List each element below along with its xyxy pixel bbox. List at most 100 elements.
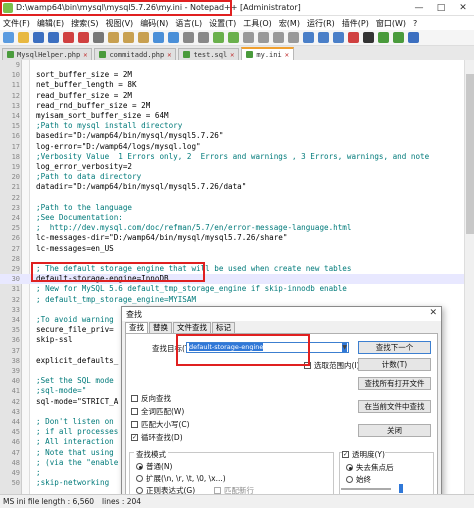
code-line[interactable]: 13 read_rnd_buffer_size = 2M	[0, 101, 474, 111]
vertical-scrollbar[interactable]	[464, 60, 474, 494]
code-line[interactable]: 29 ; The default storage engine that will…	[0, 264, 474, 274]
close-dialog-button[interactable]: 关闭	[358, 424, 431, 437]
transparency-slider-track[interactable]	[341, 488, 391, 490]
code-line[interactable]: 24 ;See Documentation:	[0, 213, 474, 223]
mode-extended-radio[interactable]: 扩展(\n, \r, \t, \0, \x...)	[136, 473, 226, 484]
scrollbar-thumb[interactable]	[466, 74, 474, 234]
save-all-icon[interactable]	[48, 32, 59, 43]
redo-icon[interactable]	[168, 32, 179, 43]
close-file-icon[interactable]	[63, 32, 74, 43]
code-line[interactable]: 10 sort_buffer_size = 2M	[0, 70, 474, 80]
doc-map-icon[interactable]	[303, 32, 314, 43]
print-icon[interactable]	[93, 32, 104, 43]
tab-commitadd[interactable]: commitadd.php ✕	[94, 48, 177, 60]
undo-icon[interactable]	[153, 32, 164, 43]
menu-help[interactable]: ?	[413, 19, 417, 28]
tab-find[interactable]: 查找	[125, 322, 148, 333]
find-next-button[interactable]: 查找下一个	[358, 341, 431, 354]
copy-icon[interactable]	[123, 32, 134, 43]
folder-workspace-icon[interactable]	[333, 32, 344, 43]
zoom-in-icon[interactable]	[213, 32, 224, 43]
menu-tools[interactable]: 工具(O)	[243, 18, 272, 29]
tab-find-in-files[interactable]: 文件查找	[173, 322, 211, 333]
record-macro-icon[interactable]	[348, 32, 359, 43]
close-button[interactable]: ✕	[452, 0, 474, 16]
maximize-button[interactable]: □	[430, 0, 452, 16]
sync-scroll-icon[interactable]	[243, 32, 254, 43]
find-all-current-file-button[interactable]: 在当前文件中查找	[358, 400, 431, 413]
find-all-open-files-button[interactable]: 查找所有打开文件	[358, 377, 431, 390]
tab-my-ini[interactable]: my.ini ✕	[241, 47, 294, 60]
code-line[interactable]: 9	[0, 60, 474, 70]
code-line[interactable]: 12 read_buffer_size = 2M	[0, 91, 474, 101]
code-line[interactable]: 16 basedir="D:/wamp64/bin/mysql/mysql5.7.…	[0, 131, 474, 141]
code-line[interactable]: 25 ; http://dev.mysql.com/doc/refman/5.7/…	[0, 223, 474, 233]
tab-mark[interactable]: 标记	[212, 322, 235, 333]
code-line[interactable]: 17 log-error="D:/wamp64/logs/mysql.log"	[0, 142, 474, 152]
menu-plugins[interactable]: 插件(P)	[342, 18, 369, 29]
find-input[interactable]: default-storage-engine ▼	[186, 342, 349, 353]
minimize-button[interactable]: —	[408, 0, 430, 16]
code-line[interactable]: 20 ;Path to data directory	[0, 172, 474, 182]
dialog-close-icon[interactable]: ✕	[429, 308, 437, 318]
code-line[interactable]: 14 myisam_sort_buffer_size = 64M	[0, 111, 474, 121]
code-line[interactable]: 30 default-storage-engine=InnoDB	[0, 274, 474, 285]
code-line[interactable]: 11 net_buffer_length = 8K	[0, 80, 474, 90]
tab-test-sql[interactable]: test.sql ✕	[178, 48, 240, 60]
code-line[interactable]: 31 ; New for MySQL 5.6 default_tmp_storag…	[0, 284, 474, 294]
in-selection-checkbox[interactable]: 选取范围内(I)	[304, 360, 360, 371]
code-line[interactable]: 19 log_error_verbosity=2	[0, 162, 474, 172]
menu-view[interactable]: 视图(V)	[105, 18, 133, 29]
code-line[interactable]: 28	[0, 254, 474, 264]
code-line[interactable]: 26 lc-messages-dir="D:/wamp64/bin/mysql/m…	[0, 233, 474, 243]
wrap-around-checkbox[interactable]: ✓ 循环查找(D)	[131, 432, 183, 443]
transparency-slider-thumb[interactable]	[399, 484, 403, 493]
count-button[interactable]: 计数(T)	[358, 358, 431, 371]
close-all-icon[interactable]	[78, 32, 89, 43]
save-macro-icon[interactable]	[408, 32, 419, 43]
on-lose-focus-radio[interactable]: 失去焦点后	[346, 462, 394, 473]
code-line[interactable]: 23 ;Path to the language	[0, 203, 474, 213]
tab-close-icon[interactable]: ✕	[83, 51, 87, 59]
paste-icon[interactable]	[138, 32, 149, 43]
show-all-chars-icon[interactable]	[273, 32, 284, 43]
menu-run[interactable]: 运行(R)	[307, 18, 335, 29]
open-file-icon[interactable]	[18, 32, 29, 43]
find-icon[interactable]	[183, 32, 194, 43]
tab-close-icon[interactable]: ✕	[167, 51, 171, 59]
always-radio[interactable]: 始终	[346, 474, 371, 485]
tab-close-icon[interactable]: ✕	[230, 51, 234, 59]
tab-close-icon[interactable]: ✕	[285, 51, 289, 59]
menu-window[interactable]: 窗口(W)	[376, 18, 406, 29]
save-icon[interactable]	[33, 32, 44, 43]
mode-normal-radio[interactable]: 普通(N)	[136, 461, 172, 472]
stop-macro-icon[interactable]	[363, 32, 374, 43]
menu-encoding[interactable]: 编码(N)	[140, 18, 168, 29]
menu-edit[interactable]: 编辑(E)	[37, 18, 64, 29]
menu-settings[interactable]: 设置(T)	[209, 18, 236, 29]
menu-search[interactable]: 搜索(S)	[71, 18, 98, 29]
code-line[interactable]: 27 lc-messages=en_US	[0, 244, 474, 254]
indent-guide-icon[interactable]	[288, 32, 299, 43]
code-line[interactable]: 18 ;Verbosity Value 1 Errors only, 2 Erro…	[0, 152, 474, 162]
tab-replace[interactable]: 替换	[149, 322, 172, 333]
new-file-icon[interactable]	[3, 32, 14, 43]
cut-icon[interactable]	[108, 32, 119, 43]
code-line[interactable]: 32 ; default_tmp_storage_engine=MYISAM	[0, 295, 474, 305]
menu-file[interactable]: 文件(F)	[3, 18, 30, 29]
chevron-down-icon[interactable]: ▼	[342, 343, 347, 352]
zoom-out-icon[interactable]	[228, 32, 239, 43]
play-macro-icon[interactable]	[378, 32, 389, 43]
backward-checkbox[interactable]: 反向查找	[131, 393, 171, 404]
code-line[interactable]: 15 ;Path to mysql install directory	[0, 121, 474, 131]
run-macro-multiple-icon[interactable]	[393, 32, 404, 43]
tab-mysqlhelper[interactable]: MysqlHelper.php ✕	[2, 48, 93, 60]
replace-icon[interactable]	[198, 32, 209, 43]
transparency-checkbox[interactable]: ✓ 透明度(Y)	[342, 449, 385, 460]
code-line[interactable]: 22	[0, 193, 474, 203]
whole-word-checkbox[interactable]: 全词匹配(W)	[131, 406, 184, 417]
menu-macro[interactable]: 宏(M)	[279, 18, 300, 29]
match-case-checkbox[interactable]: 匹配大小写(C)	[131, 419, 190, 430]
function-list-icon[interactable]	[318, 32, 329, 43]
code-line[interactable]: 21 datadir="D:/wamp64/bin/mysql/mysql5.7.…	[0, 182, 474, 192]
